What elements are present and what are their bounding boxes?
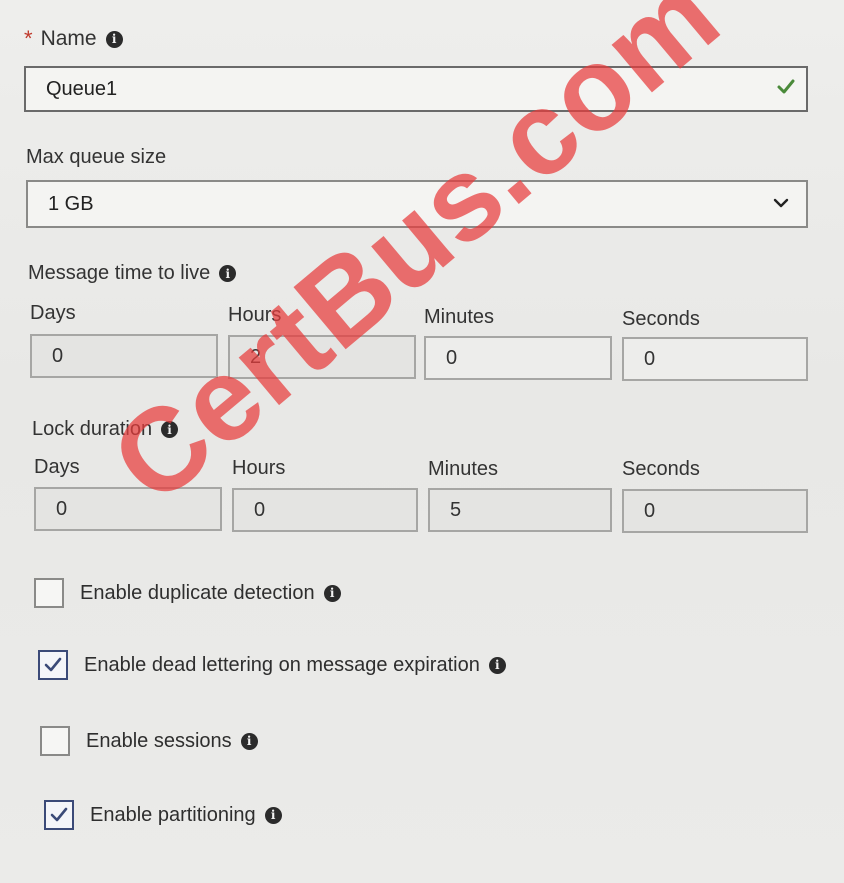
- checkmark-icon: [777, 79, 795, 94]
- dead-lettering-label: Enable dead lettering on message expirat…: [84, 653, 480, 676]
- message-ttl-label: Message time to live: [28, 262, 211, 284]
- chevron-down-icon: [773, 198, 789, 208]
- queue-create-form: * Name i Queue1 Max queue size 1 GB Mess…: [0, 0, 844, 883]
- duplicate-detection-option[interactable]: Enable duplicate detection i: [34, 578, 341, 608]
- ttl-days-label: Days: [30, 302, 76, 324]
- duplicate-detection-checkbox[interactable]: [34, 578, 64, 608]
- name-label: Name: [40, 27, 97, 50]
- lock-duration-label: Lock duration: [32, 418, 153, 440]
- partitioning-checkbox[interactable]: [44, 800, 74, 830]
- name-label-row: * Name i: [24, 26, 123, 52]
- checkbox-check-icon: [44, 657, 62, 672]
- max-queue-size-select[interactable]: 1 GB: [26, 180, 808, 228]
- lock-days-input[interactable]: 0: [34, 487, 222, 531]
- max-queue-size-label: Max queue size: [26, 146, 167, 168]
- duplicate-detection-label: Enable duplicate detection: [80, 581, 315, 604]
- info-icon[interactable]: i: [240, 732, 258, 750]
- info-icon[interactable]: i: [105, 30, 123, 48]
- sessions-label: Enable sessions: [86, 729, 232, 752]
- lock-duration-label-row: Lock duration i: [32, 418, 179, 441]
- sessions-checkbox[interactable]: [40, 726, 70, 756]
- ttl-hours-input[interactable]: 2: [228, 335, 416, 379]
- sessions-option[interactable]: Enable sessions i: [40, 726, 258, 756]
- lock-days-label: Days: [34, 456, 80, 478]
- info-icon[interactable]: i: [488, 656, 506, 674]
- info-icon[interactable]: i: [264, 806, 282, 824]
- required-asterisk: *: [24, 26, 33, 51]
- ttl-minutes-input[interactable]: 0: [424, 336, 612, 380]
- lock-hours-label: Hours: [232, 457, 286, 479]
- ttl-seconds-label: Seconds: [622, 308, 700, 330]
- message-ttl-label-row: Message time to live i: [28, 262, 237, 285]
- ttl-hours-label: Hours: [228, 304, 282, 326]
- lock-minutes-input[interactable]: 5: [428, 488, 612, 532]
- info-icon[interactable]: i: [219, 265, 237, 282]
- lock-seconds-label: Seconds: [622, 458, 700, 480]
- dead-lettering-option[interactable]: Enable dead lettering on message expirat…: [38, 650, 506, 680]
- ttl-seconds-input[interactable]: 0: [622, 337, 808, 381]
- partitioning-label: Enable partitioning: [90, 803, 256, 826]
- ttl-minutes-label: Minutes: [424, 306, 495, 328]
- info-icon[interactable]: i: [161, 421, 179, 438]
- partitioning-option[interactable]: Enable partitioning i: [44, 800, 282, 830]
- lock-seconds-input[interactable]: 0: [622, 489, 808, 533]
- info-icon[interactable]: i: [323, 584, 341, 602]
- dead-lettering-checkbox[interactable]: [38, 650, 68, 680]
- lock-minutes-label: Minutes: [428, 458, 499, 480]
- max-queue-size-value: 1 GB: [48, 192, 94, 215]
- checkbox-check-icon: [50, 807, 68, 822]
- name-value: Queue1: [46, 77, 118, 100]
- lock-hours-input[interactable]: 0: [232, 488, 418, 532]
- ttl-days-input[interactable]: 0: [30, 334, 218, 378]
- name-input[interactable]: Queue1: [24, 66, 808, 112]
